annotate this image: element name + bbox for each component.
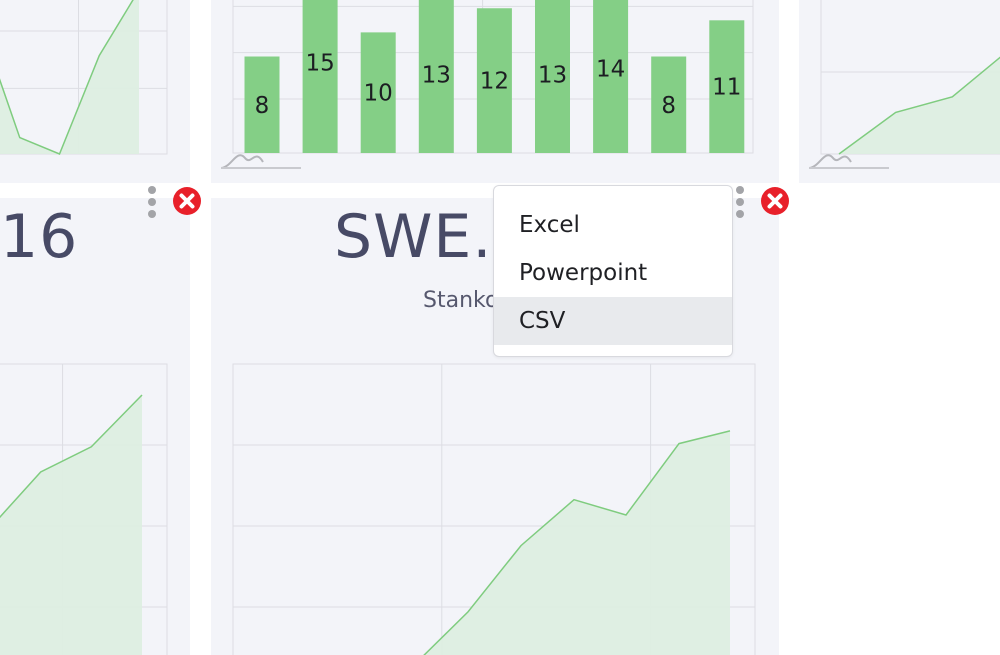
menu-item-excel[interactable]: Excel	[494, 201, 732, 249]
area-chart-bottom-left	[0, 363, 168, 655]
bar-value-label: 12	[480, 69, 509, 95]
tile-top-center: 8 15 10 13 12 13 14 8 11	[211, 0, 779, 183]
tile-top-right	[799, 0, 1000, 183]
close-circle-icon	[173, 187, 201, 215]
bar-chart: 8 15 10 13 12 13 14 8 11	[220, 0, 754, 169]
bar-value-label: 8	[661, 93, 676, 119]
close-circle-icon	[761, 187, 789, 215]
distribution-curve-icon	[220, 154, 264, 169]
bar-value-label: 13	[538, 63, 567, 89]
bar-value-label: 15	[305, 51, 334, 77]
more-options-icon[interactable]	[147, 186, 157, 218]
series-fill	[839, 57, 1000, 154]
area-chart-top-right	[808, 0, 1000, 169]
close-icon[interactable]	[760, 186, 790, 216]
bar-value-label: 13	[422, 63, 451, 89]
distribution-curve-icon	[808, 154, 852, 169]
bar-value-label: 14	[596, 57, 625, 83]
series-fill-extension	[0, 528, 142, 655]
close-icon[interactable]	[172, 186, 202, 216]
series-fill	[0, 395, 142, 528]
bar-value-label: 8	[255, 93, 270, 119]
menu-item-csv[interactable]: CSV	[494, 297, 732, 345]
area-chart-top-left	[0, 0, 168, 155]
export-menu: Excel Powerpoint CSV	[493, 185, 733, 357]
bar-value-label: 10	[364, 81, 393, 107]
tile-bottom-left: 16	[0, 198, 190, 655]
menu-item-powerpoint[interactable]: Powerpoint	[494, 249, 732, 297]
bar-value-label: 11	[712, 75, 741, 101]
more-options-icon[interactable]	[735, 186, 745, 218]
tile-top-left	[0, 0, 190, 183]
